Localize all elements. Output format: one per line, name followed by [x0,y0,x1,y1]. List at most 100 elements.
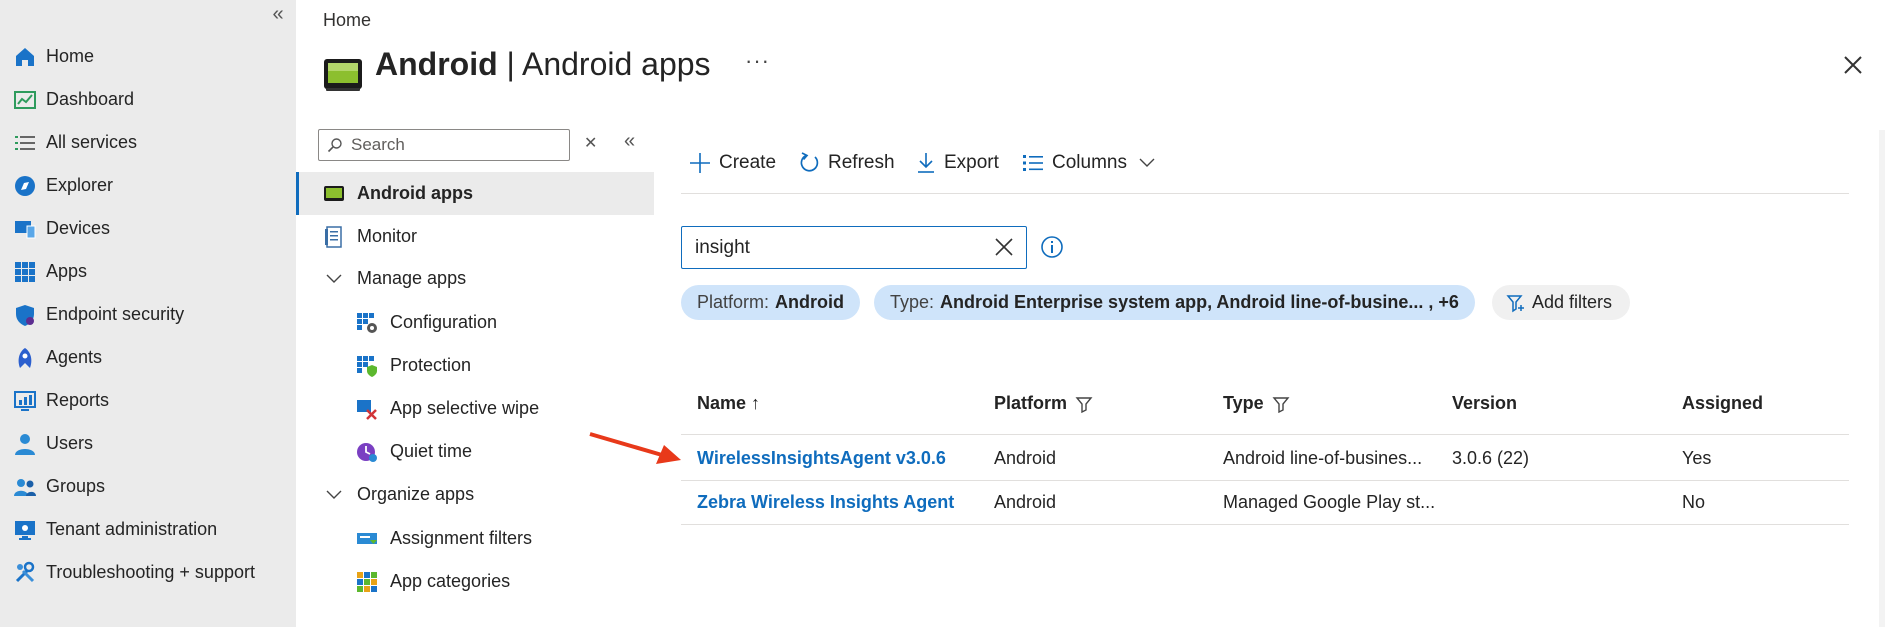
menu-item-app-selective-wipe[interactable]: App selective wipe [356,387,539,430]
more-options-button[interactable]: ··· [745,48,770,74]
menu-item-app-categories[interactable]: App categories [356,560,510,603]
group-icon [13,475,37,499]
columns-button[interactable]: Columns [1022,148,1163,178]
nav-item-dashboard[interactable]: Dashboard [0,78,296,121]
add-filters-label: Add filters [1532,292,1613,312]
nav-item-home[interactable]: Home [0,35,296,78]
app-name-link[interactable]: WirelessInsightsAgent v3.0.6 [697,448,946,469]
nav-item-groups[interactable]: Groups [0,465,296,508]
refresh-button[interactable]: Refresh [798,148,895,178]
nav-item-apps[interactable]: Apps [0,250,296,293]
create-button[interactable]: Create [689,148,776,178]
column-header-name[interactable]: Name ↑ [697,393,760,414]
nav-item-label: Groups [46,476,106,496]
column-header-type[interactable]: Type [1223,393,1290,414]
add-filter-icon [1506,293,1526,313]
row-divider [681,480,1849,481]
nav-item-devices[interactable]: Devices [0,207,296,250]
app-categories-icon [356,571,378,593]
columns-label: Columns [1052,152,1127,173]
add-filters-button[interactable]: Add filters [1492,285,1631,320]
row-divider [681,524,1849,525]
page-title-bold: Android [375,46,498,82]
menu-item-label: App categories [390,571,511,591]
protection-icon [356,355,378,377]
nav-item-agents[interactable]: Agents [0,336,296,379]
monitor-icon [323,225,345,248]
search-filter-input[interactable] [693,235,973,260]
platform-cell: Android [994,492,1057,512]
column-header-label: Assigned [1682,393,1764,413]
clear-search-icon[interactable]: ✕ [584,133,597,153]
toolbar-divider [681,193,1849,194]
configuration-icon [356,312,378,334]
menu-group-manage-apps[interactable]: Manage apps [323,257,466,300]
platform-filter-pill[interactable]: Platform: Android [681,285,861,320]
nav-item-tenant-administration[interactable]: Tenant administration [0,508,296,551]
info-icon[interactable] [1040,235,1064,264]
menu-item-label: Android apps [357,183,473,203]
filter-box[interactable] [681,226,1027,269]
menu-item-label: App selective wipe [390,398,540,418]
menu-item-label: Assignment filters [390,528,533,548]
nav-item-all-services[interactable]: All services [0,121,296,164]
assignment-filters-icon [356,528,378,550]
filter-funnel-icon[interactable] [1272,395,1290,413]
menu-item-label: Manage apps [357,268,467,288]
nav-item-reports[interactable]: Reports [0,379,296,422]
close-icon[interactable] [1838,50,1868,80]
nav-item-explorer[interactable]: Explorer [0,164,296,207]
refresh-label: Refresh [828,152,895,173]
nav-item-label: Home [46,46,95,66]
nav-item-troubleshooting[interactable]: Troubleshooting + support [0,551,296,594]
chevron-down-icon [323,274,345,284]
column-header-platform[interactable]: Platform [994,393,1093,414]
annotation-arrow-icon [589,432,681,464]
plus-icon [689,152,711,174]
column-header-label: Version [1452,393,1518,413]
export-label: Export [944,152,999,173]
nav-item-label: Endpoint security [46,304,185,324]
reports-icon [13,389,37,413]
type-filter-pill[interactable]: Type: Android Enterprise system app, And… [874,285,1475,320]
clear-filter-icon[interactable] [994,237,1014,262]
menu-item-label: Protection [390,355,472,375]
menu-item-monitor[interactable]: Monitor [323,215,417,258]
nav-item-label: Tenant administration [46,519,218,539]
version-cell: 3.0.6 (22) [1452,448,1530,468]
nav-item-endpoint-security[interactable]: Endpoint security [0,293,296,336]
user-icon [13,432,37,456]
menu-item-assignment-filters[interactable]: Assignment filters [356,517,532,560]
type-cell: Android line-of-busines... [1223,448,1423,468]
menu-item-label: Monitor [357,226,418,246]
menu-search-box[interactable] [318,129,570,161]
apps-grid-icon [13,260,37,284]
collapse-nav-icon[interactable]: « [268,2,288,26]
nav-item-label: Explorer [46,175,114,195]
shield-icon [13,303,37,327]
column-header-version[interactable]: Version [1452,393,1517,414]
app-name-link[interactable]: Zebra Wireless Insights Agent [697,492,954,513]
chevron-down-icon [323,490,345,500]
page-scrollbar[interactable] [1879,130,1885,627]
menu-item-protection[interactable]: Protection [356,344,471,387]
menu-item-quiet-time[interactable]: Quiet time [356,430,472,473]
nav-item-users[interactable]: Users [0,422,296,465]
pill-key: Platform: [697,292,770,312]
menu-item-configuration[interactable]: Configuration [356,301,497,344]
export-button[interactable]: Export [916,148,999,178]
breadcrumb[interactable]: Home [323,10,371,31]
filter-funnel-icon[interactable] [1075,395,1093,413]
tenant-icon [13,518,37,542]
quiet-time-icon [356,441,378,463]
collapse-menu-icon[interactable]: « [624,130,635,153]
menu-group-organize-apps[interactable]: Organize apps [323,473,474,516]
assigned-cell: Yes [1682,448,1712,468]
menu-item-android-apps[interactable]: Android apps [323,172,473,215]
menu-search-input[interactable] [349,134,549,156]
selective-wipe-icon [356,398,378,420]
column-header-assigned[interactable]: Assigned [1682,393,1763,414]
agents-icon [13,346,37,370]
nav-item-label: Troubleshooting + support [46,562,255,582]
column-header-label: Type [1223,393,1264,413]
